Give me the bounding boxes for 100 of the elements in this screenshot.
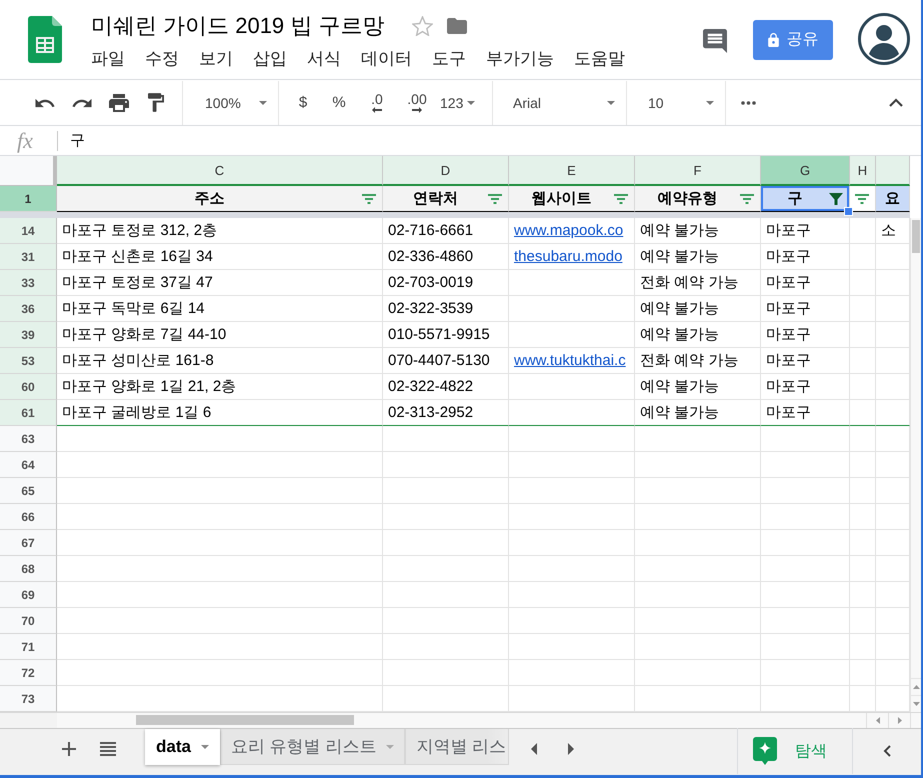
table-cell: 전화 예약 가능 bbox=[635, 270, 761, 296]
sheet-tab[interactable]: 지역별 리스 bbox=[405, 729, 510, 765]
menu-item[interactable]: 서식 bbox=[297, 44, 351, 73]
website-link[interactable]: thesubaru.modo bbox=[514, 248, 622, 265]
row-number[interactable]: 61 bbox=[0, 400, 57, 426]
formula-input[interactable]: 구 bbox=[58, 126, 921, 154]
arrow-left-icon bbox=[372, 107, 382, 113]
menu-item[interactable]: 보기 bbox=[189, 44, 243, 73]
row-number[interactable]: 68 bbox=[0, 556, 57, 582]
comment-icon[interactable] bbox=[703, 29, 727, 53]
scrollbar-thumb[interactable] bbox=[912, 220, 920, 253]
decrease-decimal-button[interactable]: .0 bbox=[357, 88, 397, 118]
share-button[interactable]: 공유 bbox=[753, 20, 833, 60]
fill-handle[interactable] bbox=[844, 207, 853, 216]
row-number[interactable]: 36 bbox=[0, 296, 57, 322]
column-header[interactable]: D bbox=[383, 156, 509, 186]
row-number[interactable]: 1 bbox=[0, 186, 57, 212]
filter-icon[interactable] bbox=[740, 194, 754, 204]
row-number[interactable]: 14 bbox=[0, 218, 57, 244]
header-cell[interactable]: 주소 bbox=[57, 186, 383, 212]
column-header[interactable]: F bbox=[635, 156, 761, 186]
row-number[interactable]: 60 bbox=[0, 374, 57, 400]
avatar-icon[interactable] bbox=[858, 12, 910, 64]
table-cell: 02-703-0019 bbox=[383, 270, 509, 296]
column-header[interactable]: H bbox=[850, 156, 876, 186]
sheets-logo-icon[interactable] bbox=[28, 16, 62, 63]
column-header[interactable] bbox=[876, 156, 910, 186]
menu-item[interactable]: 삽입 bbox=[243, 44, 297, 73]
table-cell: 예약 불가능 bbox=[635, 322, 761, 348]
empty-cell bbox=[850, 504, 876, 530]
percent-format-button[interactable]: % bbox=[321, 88, 357, 118]
star-icon[interactable] bbox=[412, 16, 434, 36]
font-size-dropdown[interactable]: 10 bbox=[638, 88, 720, 118]
header-cell[interactable]: 연락처 bbox=[383, 186, 509, 212]
printer-icon bbox=[109, 94, 129, 112]
vertical-scrollbar[interactable] bbox=[910, 218, 921, 678]
scrollbar-thumb[interactable] bbox=[136, 715, 354, 725]
row-number[interactable]: 66 bbox=[0, 504, 57, 530]
filter-icon[interactable] bbox=[362, 194, 376, 204]
horizontal-scrollbar[interactable] bbox=[57, 713, 866, 728]
header-cell[interactable]: 요 bbox=[876, 186, 910, 212]
row-number[interactable]: 67 bbox=[0, 530, 57, 556]
row-number[interactable]: 72 bbox=[0, 660, 57, 686]
filter-icon[interactable] bbox=[488, 194, 502, 204]
menu-item[interactable]: 데이터 bbox=[351, 44, 422, 73]
row-number[interactable]: 31 bbox=[0, 244, 57, 270]
row-number[interactable]: 63 bbox=[0, 426, 57, 452]
table-cell: 02-322-3539 bbox=[383, 296, 509, 322]
row-number[interactable]: 69 bbox=[0, 582, 57, 608]
table-cell: 예약 불가능 bbox=[635, 374, 761, 400]
increase-decimal-button[interactable]: .00 bbox=[397, 88, 437, 118]
column-header[interactable]: G bbox=[761, 156, 850, 186]
header-cell[interactable]: 예약유형 bbox=[635, 186, 761, 212]
column-title: 웹사이트 bbox=[530, 189, 592, 208]
row-number[interactable]: 64 bbox=[0, 452, 57, 478]
row-number[interactable]: 70 bbox=[0, 608, 57, 634]
empty-cell bbox=[850, 582, 876, 608]
row-number[interactable]: 65 bbox=[0, 478, 57, 504]
header-cell[interactable]: 웹사이트 bbox=[509, 186, 635, 212]
table-cell: 마포구 신촌로 16길 34 bbox=[57, 244, 383, 270]
scroll-down-button[interactable] bbox=[910, 695, 921, 712]
font-dropdown[interactable]: Arial bbox=[503, 88, 621, 118]
empty-cell bbox=[850, 374, 876, 400]
scroll-up-button[interactable] bbox=[910, 678, 921, 695]
row-number[interactable]: 73 bbox=[0, 686, 57, 712]
menu-item[interactable]: 도움말 bbox=[564, 44, 635, 73]
column-header[interactable]: C bbox=[57, 156, 383, 186]
document-title[interactable]: 미쉐린 가이드 2019 빕 구르망 bbox=[90, 11, 384, 41]
website-link[interactable]: www.mapook.co bbox=[514, 222, 624, 239]
table-cell: 마포구 bbox=[761, 348, 850, 374]
filter-icon[interactable] bbox=[614, 194, 628, 204]
menu-item[interactable]: 수정 bbox=[135, 44, 189, 73]
menu-item[interactable]: 부가기능 bbox=[476, 44, 564, 73]
table-cell: 예약 불가능 bbox=[635, 244, 761, 270]
column-header[interactable]: E bbox=[509, 156, 635, 186]
dropdown-value: 100% bbox=[205, 94, 241, 110]
number-format-dropdown[interactable]: 123 bbox=[437, 88, 487, 118]
paint-roller-icon bbox=[148, 93, 164, 112]
row-number[interactable]: 39 bbox=[0, 322, 57, 348]
website-link[interactable]: www.tuktukthai.c bbox=[514, 352, 626, 369]
menu-item[interactable]: 파일 bbox=[81, 44, 135, 73]
row-number[interactable]: 53 bbox=[0, 348, 57, 374]
scroll-right-button[interactable] bbox=[888, 713, 910, 728]
menu-item[interactable]: 도구 bbox=[422, 44, 476, 73]
sheet-tab[interactable]: data bbox=[145, 729, 220, 765]
dropdown-value: Arial bbox=[513, 94, 542, 110]
row-number[interactable]: 71 bbox=[0, 634, 57, 660]
row-number[interactable]: 33 bbox=[0, 270, 57, 296]
caret-icon bbox=[467, 100, 476, 104]
funnel-icon[interactable] bbox=[829, 192, 843, 204]
folder-icon[interactable] bbox=[447, 18, 468, 34]
zoom-dropdown[interactable]: 100% bbox=[195, 88, 273, 118]
table-cell: 마포구 bbox=[761, 244, 850, 270]
empty-cell bbox=[850, 322, 876, 348]
sheet-tab[interactable]: 요리 유형별 리스트 bbox=[220, 729, 406, 765]
header-cell[interactable] bbox=[850, 186, 876, 212]
currency-format-button[interactable]: $ bbox=[285, 88, 321, 118]
table-cell: 02-716-6661 bbox=[383, 218, 509, 244]
undo-icon bbox=[35, 98, 55, 108]
scroll-left-button[interactable] bbox=[866, 713, 888, 728]
